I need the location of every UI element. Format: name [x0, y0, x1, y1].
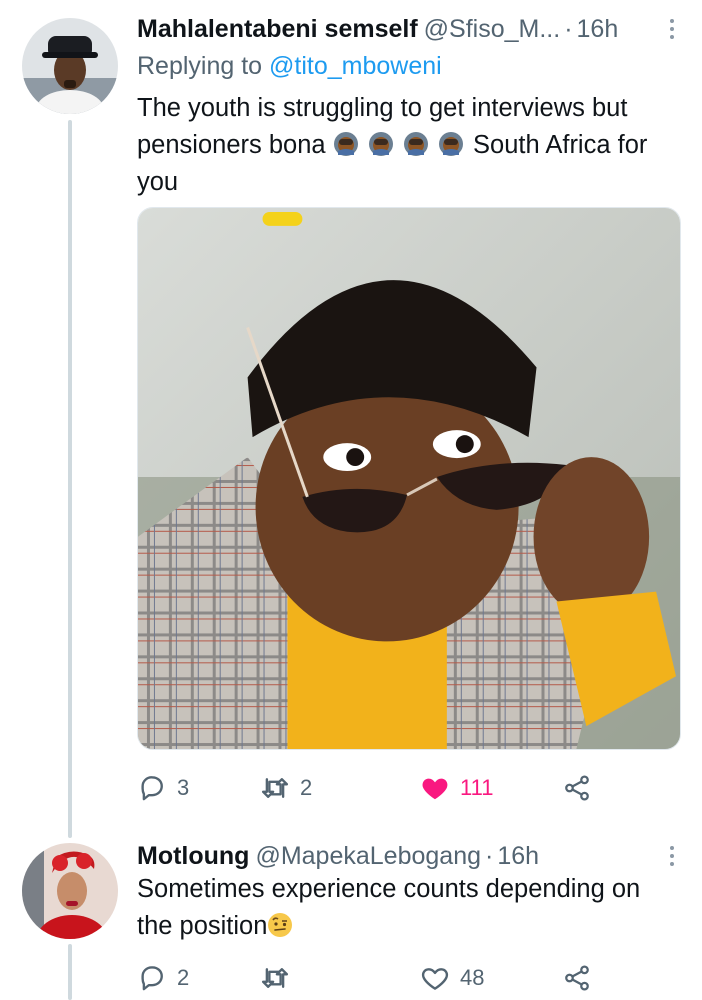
mention-link[interactable]: @tito_mboweni — [269, 52, 442, 80]
reply-button[interactable]: 2 — [137, 960, 189, 996]
display-name[interactable]: Mahlalentabeni semself — [137, 15, 418, 44]
reply-button[interactable]: 3 — [137, 770, 189, 806]
more-options-icon[interactable] — [662, 841, 682, 871]
tweet-actions: 2 48 — [137, 960, 617, 996]
facepalm-emoji-group — [333, 131, 473, 159]
timestamp[interactable]: 16h — [577, 15, 619, 44]
like-count: 48 — [460, 965, 485, 990]
replying-to: Replying to @tito_mboweni — [137, 52, 442, 81]
retweet-count: 2 — [300, 775, 313, 800]
tweet-header: Motloung @MapekaLebogang · 16h — [137, 839, 682, 873]
share-icon — [565, 775, 589, 801]
facepalm-emoji — [438, 131, 464, 157]
tweet-text: The youth is struggling to get interview… — [137, 90, 680, 201]
avatar[interactable] — [22, 843, 118, 939]
heart-outline-icon — [421, 968, 449, 990]
like-button[interactable]: 48 — [420, 960, 484, 996]
share-icon — [565, 965, 589, 991]
replying-prefix: Replying to — [137, 52, 263, 80]
reply-icon — [141, 776, 163, 801]
retweet-button[interactable] — [260, 960, 300, 996]
timestamp[interactable]: 16h — [497, 842, 539, 871]
reply-count: 3 — [177, 775, 190, 800]
thread-connector-line — [68, 120, 72, 838]
thread-connector-line — [68, 944, 72, 1000]
tweet-actions: 3 2 111 — [137, 770, 617, 806]
reply-icon — [141, 966, 163, 991]
user-handle[interactable]: @Sfiso_M... — [424, 15, 561, 44]
tweet-header: Mahlalentabeni semself @Sfiso_M... · 16h — [137, 12, 682, 46]
avatar[interactable] — [22, 18, 118, 114]
heart-filled-icon — [422, 778, 448, 800]
display-name[interactable]: Motloung — [137, 842, 249, 871]
retweet-icon — [261, 968, 289, 988]
facepalm-emoji — [333, 131, 359, 157]
share-button[interactable] — [562, 770, 592, 806]
tweet-text: Sometimes experience counts depending on… — [137, 871, 680, 945]
like-count: 111 — [460, 775, 494, 800]
like-button[interactable]: 111 — [420, 770, 493, 806]
retweet-icon — [261, 778, 289, 798]
share-button[interactable] — [562, 960, 592, 996]
retweet-button[interactable]: 2 — [260, 770, 312, 806]
separator-dot: · — [485, 841, 494, 870]
more-options-icon[interactable] — [662, 14, 682, 44]
user-handle[interactable]: @MapekaLebogang — [255, 842, 481, 871]
tweet-media-photo[interactable] — [137, 207, 681, 750]
separator-dot: · — [564, 14, 573, 43]
facepalm-emoji — [403, 131, 429, 157]
tweet-text-body: Sometimes experience counts depending on… — [137, 875, 641, 940]
raised-eyebrow-emoji — [267, 912, 293, 938]
facepalm-emoji — [368, 131, 394, 157]
reply-count: 2 — [177, 965, 190, 990]
